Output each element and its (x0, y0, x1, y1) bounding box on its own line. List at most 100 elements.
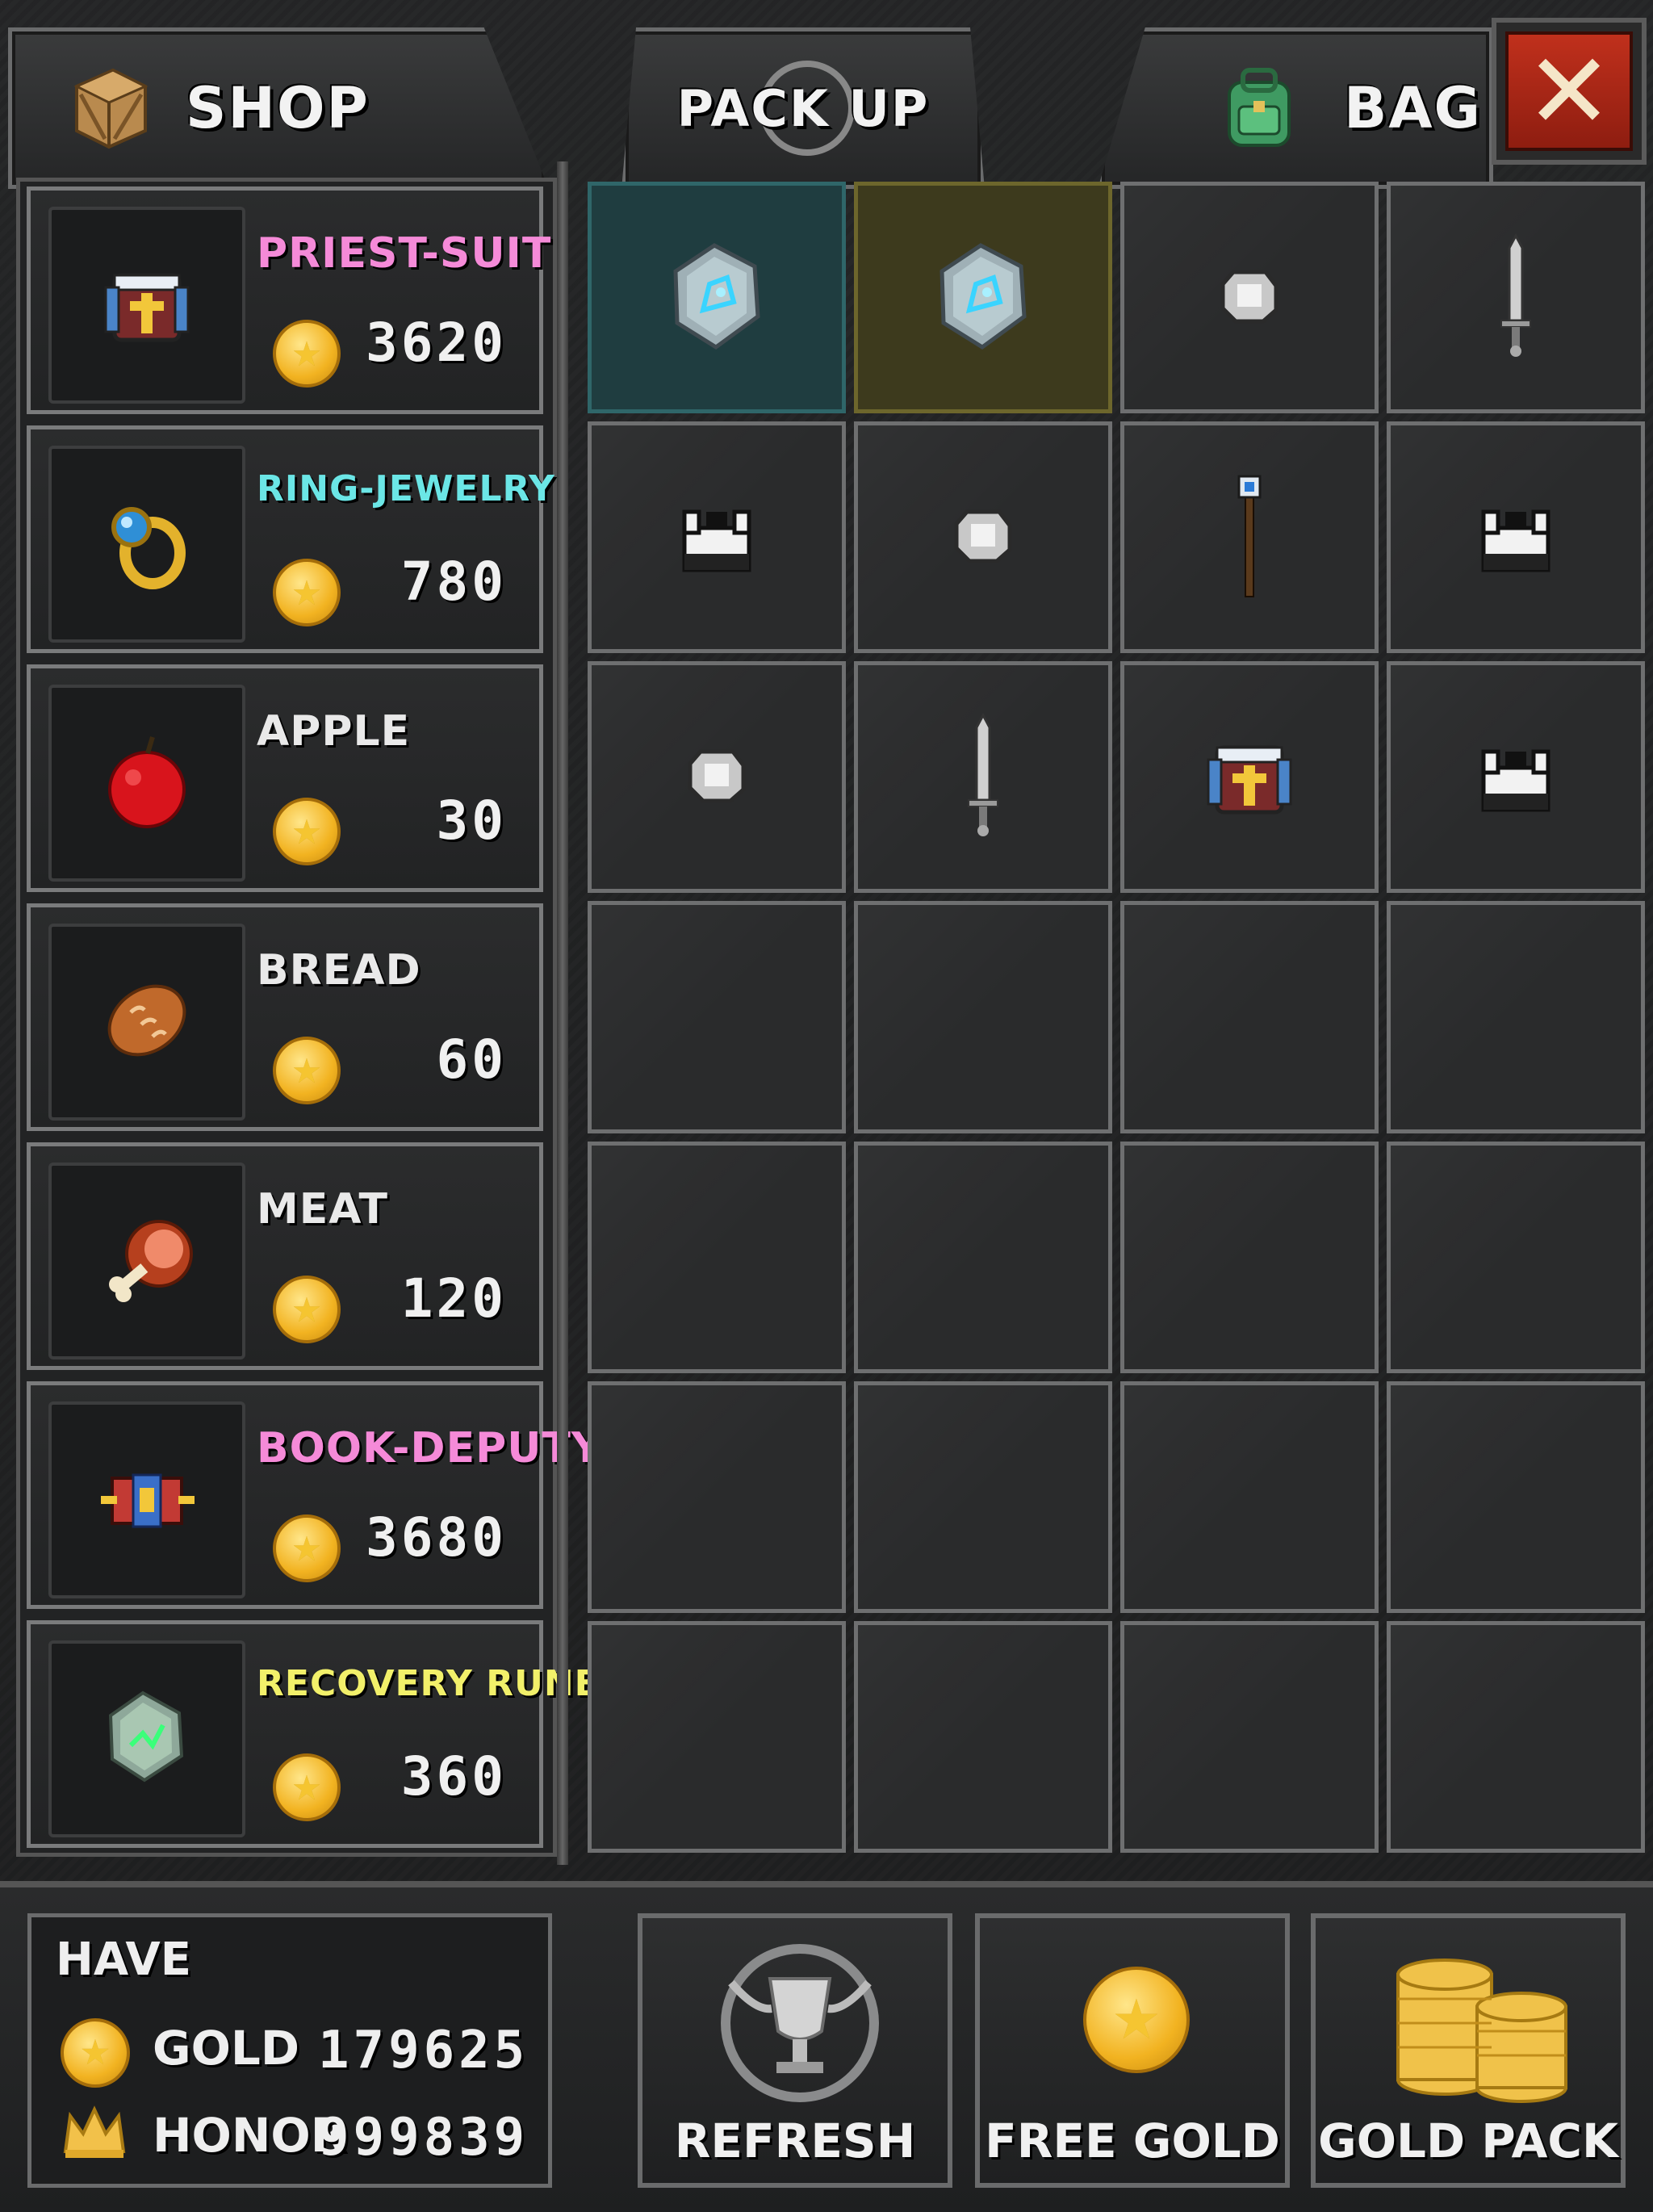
panel-divider (557, 161, 568, 1865)
silver-ore-icon (1213, 260, 1286, 336)
gold-pack-label: GOLD PACK (1318, 2114, 1618, 2168)
gold-coin-icon (273, 320, 341, 388)
shop-item-price: 780 (400, 551, 507, 613)
bag-slot-empty[interactable] (1387, 1620, 1645, 1853)
recovery-rune-icon (94, 1685, 199, 1793)
tab-shop[interactable]: SHOP (8, 27, 549, 189)
free-gold-label: FREE GOLD (985, 2114, 1280, 2168)
tab-bag-label: BAG (1344, 75, 1482, 141)
bag-slot[interactable] (1387, 182, 1645, 414)
bag-slot-empty[interactable] (588, 1380, 846, 1613)
backpack-icon (1215, 62, 1304, 154)
apple-icon (94, 729, 199, 837)
close-icon: ✕ (1505, 31, 1633, 151)
free-gold-button[interactable]: FREE GOLD (975, 1913, 1290, 2188)
sword-icon (1492, 232, 1540, 364)
gold-coin-icon (61, 2018, 130, 2088)
shop-item-icon-frame (48, 1640, 245, 1837)
gold-pack-button[interactable]: GOLD PACK (1311, 1913, 1626, 2188)
have-title: HAVE (56, 1933, 191, 1986)
bag-slot[interactable] (854, 182, 1112, 414)
close-button[interactable]: ✕ (1492, 18, 1647, 165)
bag-slot-empty[interactable] (1387, 901, 1645, 1133)
silver-ore-icon (680, 739, 753, 815)
refresh-button[interactable]: REFRESH (638, 1913, 952, 2188)
bag-slot-empty[interactable] (854, 1620, 1112, 1853)
priest-suit-icon (1197, 723, 1302, 832)
shop-item-icon-frame (48, 1163, 245, 1359)
bag-slot[interactable] (1387, 661, 1645, 894)
bag-slot-empty[interactable] (854, 901, 1112, 1133)
shop-item-icon-frame (48, 207, 245, 404)
bag-slot-empty[interactable] (588, 1620, 846, 1853)
bag-slot-empty[interactable] (1120, 1141, 1379, 1373)
shop-item-name: RECOVERY RUNE (257, 1663, 600, 1704)
bag-slot-empty[interactable] (1120, 901, 1379, 1133)
shop-item-price: 3620 (366, 312, 507, 374)
bag-slot-empty[interactable] (854, 1380, 1112, 1613)
shop-item-icon-frame (48, 1401, 245, 1598)
crown-icon (61, 2103, 128, 2164)
armor-icon (1471, 735, 1560, 819)
gold-coin-icon (273, 1276, 341, 1343)
bag-slot[interactable] (1120, 182, 1379, 414)
shop-item[interactable]: RECOVERY RUNE 360 (27, 1620, 599, 1848)
tab-bag[interactable]: BAG (1098, 27, 1493, 189)
shop-item-price: 360 (400, 1745, 507, 1808)
shop-item-name: BREAD (257, 946, 421, 995)
shop-item[interactable]: RING-JEWELRY 780 (27, 425, 554, 653)
honor-value: 999839 (318, 2108, 529, 2168)
tab-pack-up-label: PACK UP (676, 78, 930, 138)
bag-slot-empty[interactable] (1120, 1620, 1379, 1853)
meat-icon (94, 1207, 199, 1315)
gold-coin-icon (273, 798, 341, 865)
ring-icon (94, 490, 199, 598)
staff-icon (1229, 471, 1270, 604)
shop-item-price: 120 (400, 1267, 507, 1330)
shop-item-name: MEAT (257, 1185, 388, 1234)
shop-item[interactable]: APPLE 30 (27, 664, 543, 892)
bread-icon (94, 968, 199, 1076)
tab-pack-up[interactable]: PACK UP (621, 27, 985, 189)
bag-slot-empty[interactable] (588, 1141, 846, 1373)
shop-item-name: RING-JEWELRY (257, 468, 555, 509)
refresh-label: REFRESH (674, 2114, 916, 2168)
bag-slot-empty[interactable] (1387, 1141, 1645, 1373)
shop-item[interactable]: BREAD 60 (27, 903, 543, 1131)
gold-coin-icon (273, 559, 341, 626)
gold-value: 179625 (318, 2021, 529, 2080)
bag-slot[interactable] (854, 661, 1112, 894)
bag-slot[interactable] (854, 421, 1112, 654)
sword-icon (959, 711, 1007, 844)
bag-slot[interactable] (1387, 421, 1645, 654)
bag-slot-empty[interactable] (1387, 1380, 1645, 1613)
free-gold-coin-icon (1083, 1967, 1190, 2073)
shop-item-icon-frame (48, 446, 245, 643)
bag-slot-empty[interactable] (1120, 1380, 1379, 1613)
shop-item[interactable]: PRIEST-SUIT 3620 (27, 186, 550, 414)
shop-item[interactable]: BOOK-DEPUTY 3680 (27, 1381, 602, 1609)
gold-coin-icon (273, 1514, 341, 1582)
bag-slot[interactable] (1120, 421, 1379, 654)
gold-coin-icon (273, 1753, 341, 1821)
bag-slot[interactable] (588, 661, 846, 894)
bag-slot-empty[interactable] (588, 901, 846, 1133)
priest-suit-icon (94, 251, 199, 359)
shop-item-icon-frame (48, 685, 245, 882)
gold-label: GOLD (153, 2021, 300, 2076)
bag-slot[interactable] (1120, 661, 1379, 894)
silver-ore-icon (947, 500, 1019, 576)
crate-icon (65, 62, 153, 154)
bag-grid (588, 182, 1645, 1853)
bag-slot-empty[interactable] (854, 1141, 1112, 1373)
shop-list: PRIEST-SUIT 3620 RING-JEWELRY 780 APPLE 30 BRE… (16, 178, 602, 1857)
bag-slot[interactable] (588, 421, 846, 654)
shop-item-name: BOOK-DEPUTY (257, 1424, 603, 1473)
tab-shop-label: SHOP (186, 75, 370, 141)
armor-icon (1471, 496, 1560, 580)
bag-slot[interactable] (588, 182, 846, 414)
shop-item-price: 3680 (366, 1506, 507, 1569)
shop-item-price: 30 (436, 790, 507, 852)
shop-item[interactable]: MEAT120 (27, 1142, 543, 1370)
blue-rune-icon (923, 236, 1044, 360)
